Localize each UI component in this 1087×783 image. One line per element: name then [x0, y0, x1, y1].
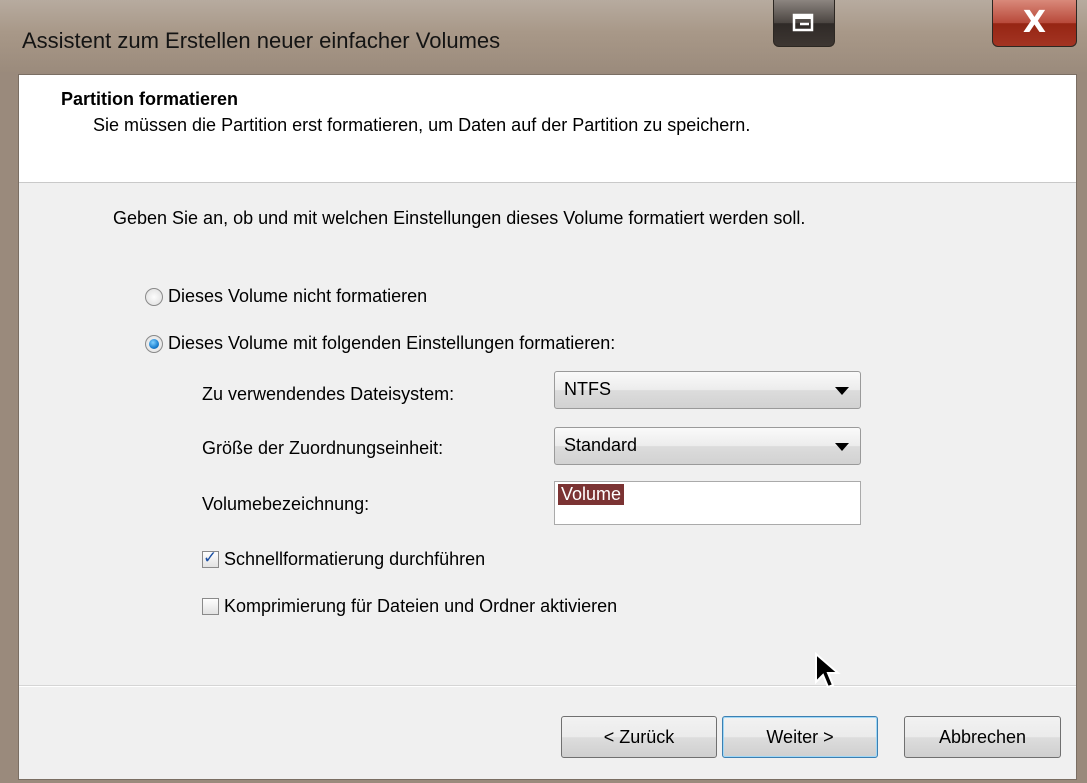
next-button[interactable]: Weiter > [722, 716, 878, 758]
mouse-cursor-icon [815, 652, 841, 689]
wizard-dialog: Partition formatieren Sie müssen die Par… [18, 74, 1077, 780]
back-button[interactable]: < Zurück [561, 716, 717, 758]
radio-button-format[interactable] [145, 334, 163, 353]
compression-option[interactable]: Komprimierung für Dateien und Ordner akt… [202, 596, 617, 617]
filesystem-label: Zu verwendendes Dateisystem: [202, 384, 455, 404]
close-button[interactable]: X [992, 0, 1077, 47]
instruction-text: Geben Sie an, ob und mit welchen Einstel… [113, 208, 806, 228]
wizard-header: Partition formatieren Sie müssen die Par… [19, 75, 1076, 183]
title-bar[interactable]: Assistent zum Erstellen neuer einfacher … [0, 0, 1087, 72]
restore-button[interactable] [773, 0, 835, 47]
footer-divider [19, 685, 1076, 687]
dropdown-arrow-icon [835, 387, 849, 395]
page-title: Partition formatieren [61, 89, 239, 109]
quick-format-label: Schnellformatierung durchführen [224, 549, 486, 569]
page-subtitle: Sie müssen die Partition erst formatiere… [93, 115, 751, 135]
allocation-unit-label: Größe der Zuordnungseinheit: [202, 438, 444, 458]
quick-format-checkbox[interactable]: ✓ [202, 548, 219, 568]
filesystem-dropdown[interactable]: NTFS [554, 371, 861, 409]
close-icon: X [1022, 5, 1047, 40]
compression-checkbox[interactable] [202, 598, 219, 615]
window-title: Assistent zum Erstellen neuer einfacher … [22, 28, 501, 53]
restore-icon [792, 13, 814, 32]
radio-no-format-label: Dieses Volume nicht formatieren [168, 286, 428, 306]
allocation-unit-value: Standard [564, 435, 638, 455]
radio-button-no-format[interactable] [145, 287, 163, 306]
filesystem-value: NTFS [564, 379, 611, 399]
allocation-unit-dropdown[interactable]: Standard [554, 427, 861, 465]
radio-format-label: Dieses Volume mit folgenden Einstellunge… [168, 333, 616, 353]
radio-format[interactable]: Dieses Volume mit folgenden Einstellunge… [145, 333, 615, 354]
volume-label-value: Volume [558, 484, 625, 505]
cancel-button[interactable]: Abbrechen [904, 716, 1061, 758]
volume-label-input[interactable]: Volume [554, 481, 861, 525]
wizard-window: Assistent zum Erstellen neuer einfacher … [0, 0, 1087, 783]
volume-label-label: Volumebezeichnung: [202, 494, 370, 514]
checkmark-icon: ✓ [203, 548, 218, 568]
dropdown-arrow-icon [835, 443, 849, 451]
compression-label: Komprimierung für Dateien und Ordner akt… [224, 596, 618, 616]
quick-format-option[interactable]: ✓ Schnellformatierung durchführen [202, 548, 486, 570]
radio-no-format[interactable]: Dieses Volume nicht formatieren [145, 286, 427, 307]
